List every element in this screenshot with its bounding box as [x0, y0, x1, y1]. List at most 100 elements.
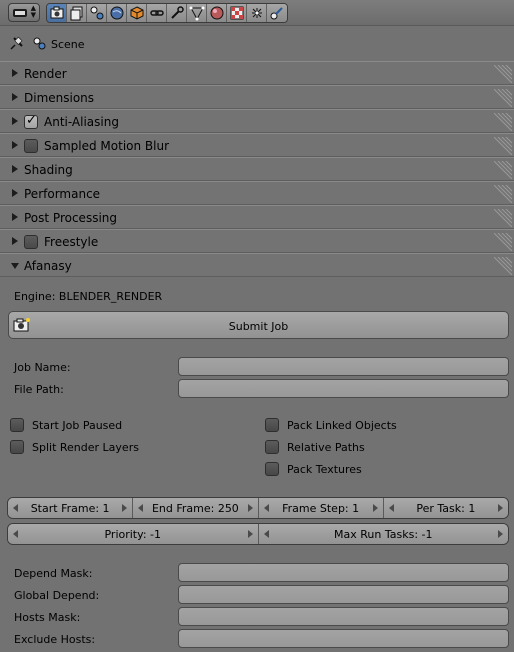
panel-afanasy[interactable]: Afanasy — [0, 253, 514, 277]
panel-label: Dimensions — [24, 91, 95, 105]
priority-value: Priority: -1 — [104, 528, 162, 541]
global-depend-input[interactable] — [178, 585, 509, 604]
modifiers-icon[interactable] — [167, 4, 187, 22]
context-tabs — [46, 3, 288, 23]
split-render-layers-label: Split Render Layers — [32, 441, 139, 454]
freestyle-checkbox[interactable] — [24, 235, 38, 249]
data-icon[interactable] — [187, 4, 207, 22]
submit-job-button[interactable]: Submit Job — [8, 311, 509, 339]
panel-label: Performance — [24, 187, 101, 201]
exclude-hosts-input[interactable] — [178, 629, 509, 648]
checkmark-icon: ✓ — [26, 113, 37, 128]
global-depend-label: Global Depend: — [14, 589, 100, 602]
job-name-input[interactable] — [178, 357, 509, 376]
expand-triangle-icon — [12, 237, 18, 245]
pack-textures-checkbox[interactable] — [265, 462, 279, 476]
expand-triangle-icon — [12, 117, 18, 125]
exclude-hosts-label: Exclude Hosts: — [14, 633, 96, 646]
scene-label: Scene — [51, 38, 85, 51]
split-render-layers-checkbox[interactable] — [10, 440, 24, 454]
object-icon[interactable] — [127, 4, 147, 22]
expand-triangle-icon — [12, 213, 18, 221]
pack-linked-objects-label: Pack Linked Objects — [287, 419, 397, 432]
max-run-tasks-value: Max Run Tasks: -1 — [334, 528, 433, 541]
pack-linked-objects-checkbox[interactable] — [265, 418, 279, 432]
panel-dimensions[interactable]: Dimensions — [0, 85, 514, 109]
priority-field[interactable]: Priority: -1 — [8, 524, 259, 544]
depend-mask-label: Depend Mask: — [14, 567, 93, 580]
increment-arrow-icon[interactable] — [122, 504, 128, 512]
panel-post-processing[interactable]: Post Processing — [0, 205, 514, 229]
render-layers-icon[interactable] — [67, 4, 87, 22]
collapse-triangle-icon — [11, 263, 19, 269]
anti-aliasing-checkbox[interactable]: ✓ — [24, 113, 38, 129]
editor-type-selector[interactable]: ▲ ▼ — [8, 3, 40, 22]
grip-icon[interactable] — [494, 209, 512, 227]
file-path-input[interactable] — [178, 379, 509, 398]
panel-label: Afanasy — [24, 259, 72, 273]
increment-arrow-icon[interactable] — [498, 504, 503, 512]
panel-label: Post Processing — [24, 211, 117, 225]
start-frame-value: Start Frame: 1 — [30, 502, 110, 515]
start-job-paused-label: Start Job Paused — [32, 419, 123, 432]
pin-icon[interactable] — [10, 36, 24, 50]
expand-triangle-icon — [12, 189, 18, 197]
frame-range-row: Start Frame: 1 End Frame: 250 Frame Step… — [7, 497, 509, 519]
grip-icon[interactable] — [494, 65, 512, 83]
job-name-label: Job Name: — [14, 361, 71, 374]
end-frame-field[interactable]: End Frame: 250 — [133, 498, 259, 518]
panel-performance[interactable]: Performance — [0, 181, 514, 205]
end-frame-value: End Frame: 250 — [151, 502, 239, 515]
properties-editor-icon — [13, 9, 27, 17]
increment-arrow-icon[interactable] — [247, 504, 253, 512]
texture-icon[interactable] — [227, 4, 247, 22]
expand-triangle-icon — [12, 141, 18, 149]
panel-sampled-motion-blur[interactable]: Sampled Motion Blur — [0, 133, 514, 157]
chevron-updown-icon: ▲ ▼ — [30, 4, 36, 19]
scene-icon[interactable] — [87, 4, 107, 22]
panel-freestyle[interactable]: Freestyle — [0, 229, 514, 253]
grip-icon[interactable] — [494, 89, 512, 107]
scene-icon — [33, 37, 46, 50]
panel-render[interactable]: Render — [0, 61, 514, 85]
submit-job-label: Submit Job — [228, 320, 289, 333]
hosts-mask-input[interactable] — [178, 607, 509, 626]
depend-mask-input[interactable] — [178, 563, 509, 582]
expand-triangle-icon — [12, 165, 18, 173]
constraints-icon[interactable] — [147, 4, 167, 22]
particles-icon[interactable] — [247, 4, 267, 22]
panel-label: Sampled Motion Blur — [44, 139, 170, 153]
grip-icon[interactable] — [494, 113, 512, 131]
start-job-paused-checkbox[interactable] — [10, 418, 24, 432]
motion-blur-checkbox[interactable] — [24, 139, 38, 153]
panel-label: Shading — [24, 163, 73, 177]
properties-header: ▲ ▼ — [0, 0, 514, 26]
render-icon[interactable] — [47, 4, 67, 22]
panel-anti-aliasing[interactable]: ✓ Anti-Aliasing — [0, 109, 514, 133]
relative-paths-label: Relative Paths — [287, 441, 365, 454]
grip-icon[interactable] — [494, 137, 512, 155]
world-icon[interactable] — [107, 4, 127, 22]
panel-label: Freestyle — [44, 235, 99, 249]
per-task-value: Per Task: 1 — [416, 502, 476, 515]
grip-icon[interactable] — [494, 161, 512, 179]
increment-arrow-icon[interactable] — [247, 530, 253, 538]
material-icon[interactable] — [207, 4, 227, 22]
grip-icon[interactable] — [494, 233, 512, 251]
grip-icon[interactable] — [494, 185, 512, 203]
expand-triangle-icon — [12, 93, 18, 101]
pack-textures-label: Pack Textures — [287, 463, 362, 476]
start-frame-field[interactable]: Start Frame: 1 — [8, 498, 134, 518]
context-breadcrumb: Scene — [0, 30, 514, 58]
max-run-tasks-field[interactable]: Max Run Tasks: -1 — [258, 524, 508, 544]
increment-arrow-icon[interactable] — [498, 530, 503, 538]
panel-shading[interactable]: Shading — [0, 157, 514, 181]
increment-arrow-icon[interactable] — [372, 504, 378, 512]
relative-paths-checkbox[interactable] — [265, 440, 279, 454]
expand-triangle-icon — [12, 69, 18, 77]
per-task-field[interactable]: Per Task: 1 — [383, 498, 508, 518]
frame-step-field[interactable]: Frame Step: 1 — [258, 498, 384, 518]
priority-row: Priority: -1 Max Run Tasks: -1 — [7, 523, 509, 545]
physics-icon[interactable] — [267, 4, 287, 22]
grip-icon[interactable] — [494, 257, 512, 275]
